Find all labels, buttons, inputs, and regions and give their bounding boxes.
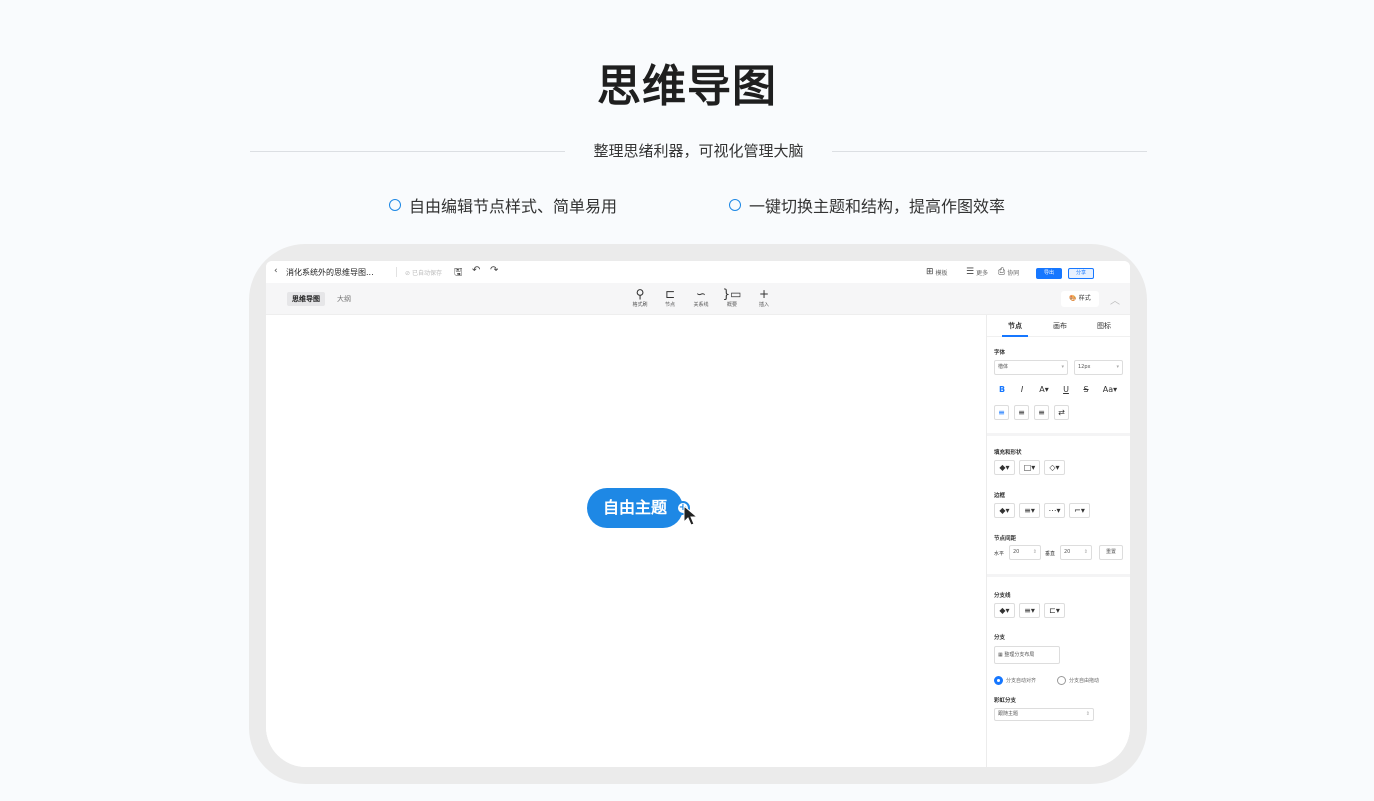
page-title: 思维导图 (597, 61, 777, 112)
font-section-label: 字体 (994, 350, 1006, 356)
format-painter-button[interactable]: ⚲ 格式刷 (627, 288, 653, 309)
mouse-cursor-icon (683, 504, 699, 526)
tab-canvas[interactable]: 画布 (1053, 321, 1067, 331)
collab-button[interactable]: ⎙ 协同 (998, 267, 1019, 277)
font-color-icon[interactable]: A▾ (1034, 383, 1054, 398)
undo-icon[interactable]: ↶ (472, 265, 480, 276)
corner-style-icon[interactable]: ⌐▾ (1069, 503, 1090, 518)
border-style-icon[interactable]: ⋯▾ (1044, 503, 1065, 518)
style-button[interactable]: 🎨 样式 (1061, 291, 1099, 307)
insert-button[interactable]: + 插入 (751, 288, 777, 309)
align-center-icon[interactable]: ≡ (1014, 405, 1029, 420)
active-tab-indicator (1002, 335, 1028, 337)
branch-line-section-label: 分支线 (994, 593, 1011, 599)
property-panel: 节点 画布 图标 字体 楷体 ▾ 12px ▾ B I A▾ U S Aa▾ ≡ ≡… (986, 315, 1130, 767)
tab-mindmap[interactable]: 思维导图 (287, 292, 325, 306)
circle-bullet-icon (389, 199, 401, 211)
chevron-down-icon: ▾ (1061, 364, 1064, 370)
mindmap-canvas[interactable]: 自由主题 + (266, 315, 986, 767)
shape-icon[interactable]: □▾ (1019, 460, 1040, 475)
back-icon[interactable]: ‹ (274, 266, 278, 276)
more-button[interactable]: ☰ 更多 (966, 267, 988, 277)
circle-bullet-icon (729, 199, 741, 211)
template-button[interactable]: ⊞ 模板 (926, 267, 948, 277)
border-color-icon[interactable]: ◆▾ (994, 503, 1015, 518)
print-icon: ⎙ (998, 267, 1006, 277)
bold-icon[interactable]: B (994, 383, 1010, 398)
feature-item: 自由编辑节点样式、简单易用 (389, 193, 617, 217)
rainbow-branch-select[interactable]: 跟随主题 ⇕ (994, 708, 1094, 721)
app-topbar: ‹ 消化系统外的思维导图... ⊘ 已自动保存 🖫 ↶ ↷ ⊞ 模板 ☰ 更多 ⎙ 协… (266, 261, 1130, 283)
auto-align-radio[interactable]: 分支自动对齐 (994, 676, 1036, 685)
plus-icon: + (758, 287, 770, 301)
font-size-select[interactable]: 12px ▾ (1074, 360, 1123, 375)
border-section-label: 边框 (994, 493, 1006, 499)
vertical-spacing-input[interactable]: 20 ⇕ (1060, 545, 1092, 560)
line-structure-icon[interactable]: ⊏▾ (1044, 603, 1065, 618)
mindmap-node[interactable]: 自由主题 (587, 488, 683, 528)
line-width-icon[interactable]: ≡▾ (1019, 603, 1040, 618)
redo-icon[interactable]: ↷ (490, 265, 498, 276)
branch-section-label: 分支 (994, 635, 1006, 641)
relation-line-icon: ∽ (695, 287, 707, 301)
node-icon: ⊏ (664, 287, 676, 301)
font-family-select[interactable]: 楷体 ▾ (994, 360, 1068, 375)
fill-color-icon[interactable]: ◆▾ (994, 460, 1015, 475)
underline-icon[interactable]: U (1058, 383, 1074, 398)
main-toolbar: 思维导图 大纲 ⚲ 格式刷 ⊏ 节点 ∽ 关系线 }▭ 概要 + 插入 🎨 样式… (266, 283, 1130, 315)
relation-line-button[interactable]: ∽ 关系线 (688, 288, 714, 309)
diamond-shape-icon[interactable]: ◇▾ (1044, 460, 1065, 475)
align-left-icon[interactable]: ≡ (994, 405, 1009, 420)
template-icon: ⊞ (926, 267, 934, 277)
tab-outline[interactable]: 大纲 (337, 292, 351, 306)
free-move-radio[interactable]: 分支自由拖动 (1057, 676, 1099, 685)
section-divider (987, 574, 1130, 577)
format-painter-icon: ⚲ (635, 287, 645, 301)
separator (396, 267, 397, 277)
node-button[interactable]: ⊏ 节点 (657, 288, 683, 309)
reset-button[interactable]: 重置 (1099, 545, 1123, 560)
summary-button[interactable]: }▭ 概要 (719, 288, 745, 309)
share-button[interactable]: 分享 (1068, 268, 1094, 279)
chevron-down-icon: ▾ (1116, 364, 1119, 370)
document-title[interactable]: 消化系统外的思维导图... (286, 267, 374, 278)
device-frame: ‹ 消化系统外的思维导图... ⊘ 已自动保存 🖫 ↶ ↷ ⊞ 模板 ☰ 更多 ⎙ 协… (249, 244, 1147, 784)
chevron-up-icon[interactable]: ︿ (1110, 292, 1120, 307)
spacing-section-label: 节点间距 (994, 536, 1017, 542)
rainbow-section-label: 彩虹分支 (994, 698, 1017, 704)
strikethrough-icon[interactable]: S (1078, 383, 1094, 398)
tidy-layout-button[interactable]: ▦ 整理分支布局 (994, 646, 1060, 664)
divider-right (832, 151, 1147, 152)
wrap-text-icon[interactable]: ⇄ (1054, 405, 1069, 420)
menu-icon: ☰ (966, 267, 975, 277)
align-right-icon[interactable]: ≡ (1034, 405, 1049, 420)
radio-selected-icon (994, 676, 1003, 685)
app-screen: ‹ 消化系统外的思维导图... ⊘ 已自动保存 🖫 ↶ ↷ ⊞ 模板 ☰ 更多 ⎙ 协… (266, 261, 1130, 767)
radio-unselected-icon (1057, 676, 1066, 685)
vertical-label: 垂直 (1045, 551, 1056, 557)
border-width-icon[interactable]: ≡▾ (1019, 503, 1040, 518)
text-case-icon[interactable]: Aa▾ (1098, 383, 1122, 398)
horizontal-spacing-input[interactable]: 20 ⇕ (1009, 545, 1041, 560)
autosave-status: ⊘ 已自动保存 (405, 270, 442, 277)
save-icon[interactable]: 🖫 (454, 265, 463, 282)
feature-item: 一键切换主题和结构，提高作图效率 (729, 193, 1005, 217)
tab-icons[interactable]: 图标 (1097, 321, 1111, 331)
line-color-icon[interactable]: ◆▾ (994, 603, 1015, 618)
fill-section-label: 填充和形状 (994, 450, 1022, 456)
subtitle-row: 整理思绪利器，可视化管理大脑 (250, 140, 1147, 164)
section-divider (987, 433, 1130, 436)
feature-text: 自由编辑节点样式、简单易用 (409, 197, 618, 216)
italic-icon[interactable]: I (1014, 383, 1030, 398)
summary-icon: }▭ (722, 287, 742, 301)
feature-text: 一键切换主题和结构，提高作图效率 (749, 197, 1006, 216)
tab-node[interactable]: 节点 (1008, 321, 1022, 331)
horizontal-label: 水平 (994, 551, 1005, 557)
panel-tabs: 节点 画布 图标 (987, 315, 1130, 337)
feature-list: 自由编辑节点样式、简单易用 一键切换主题和结构，提高作图效率 (0, 193, 1374, 217)
export-button[interactable]: 导出 (1036, 268, 1062, 279)
